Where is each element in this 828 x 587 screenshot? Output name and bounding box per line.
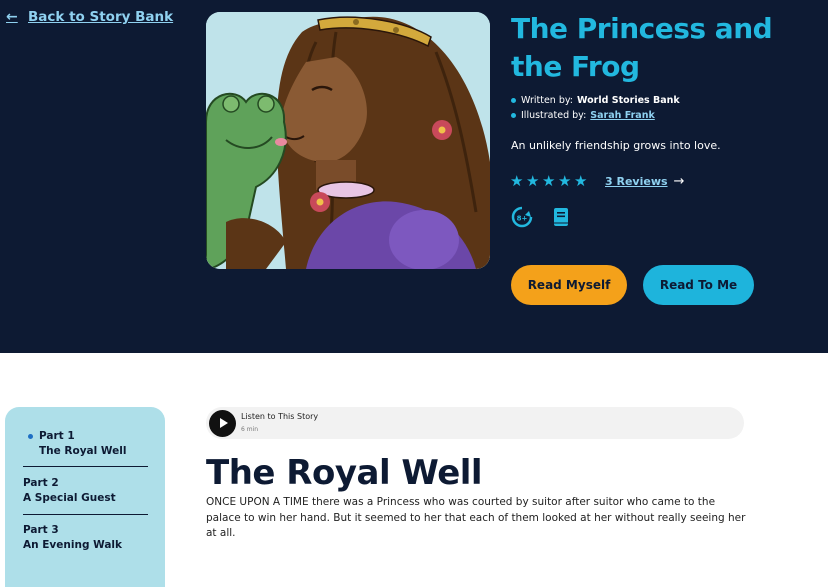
sidebar-item-part-1[interactable]: Part 1 The Royal Well [28, 429, 164, 459]
star-icon: ★ [574, 172, 588, 190]
divider [23, 466, 148, 467]
written-by-row: Written by: World Stories Bank [511, 93, 680, 108]
story-paragraph: ONCE UPON A TIME there was a Princess wh… [206, 496, 746, 539]
part-title: The Royal Well [39, 445, 127, 457]
star-icon: ★ [526, 172, 540, 190]
divider [23, 514, 148, 515]
back-to-story-bank-link[interactable]: ← Back to Story Bank [6, 9, 173, 25]
sidebar-item-part-2[interactable]: Part 2 A Special Guest [23, 476, 148, 506]
star-icon: ★ [542, 172, 556, 190]
audio-title: Listen to This Story [241, 412, 319, 421]
back-label: Back to Story Bank [28, 9, 174, 25]
bullet-dot [511, 98, 516, 103]
sidebar-item-part-3[interactable]: Part 3 An Evening Walk [23, 523, 148, 553]
written-by-label: Written by: [521, 95, 574, 106]
read-to-me-button[interactable]: Read To Me [643, 265, 754, 305]
age-rating-icon: 8+ [511, 206, 533, 228]
audio-player: Listen to This Story 6 min [206, 407, 744, 439]
chapter-title: The Royal Well [206, 453, 483, 493]
bullet-dot [511, 113, 516, 118]
play-icon[interactable] [209, 410, 236, 437]
star-icon: ★ [510, 172, 524, 190]
arrow-right-icon[interactable]: → [674, 174, 685, 189]
age-badge-text: 8+ [517, 215, 528, 223]
chapter-sidebar: Part 1 The Royal Well Part 2 A Special G… [5, 407, 165, 587]
back-arrow-icon: ← [6, 9, 18, 25]
star-icon: ★ [558, 172, 572, 190]
story-rating: ★ ★ ★ ★ ★ 3 Reviews → [510, 173, 684, 189]
story-cover-illustration [206, 12, 490, 269]
illustrated-by-row: Illustrated by: Sarah Frank [511, 108, 680, 123]
story-title: The Princess and the Frog [511, 12, 773, 83]
read-myself-button[interactable]: Read Myself [511, 265, 627, 305]
illustrator-link[interactable]: Sarah Frank [590, 108, 654, 123]
story-hero: ← Back to Story Bank The Princess and th… [0, 0, 828, 353]
story-credits: Written by: World Stories Bank Illustrat… [511, 93, 680, 123]
part-title: An Evening Walk [23, 539, 122, 551]
active-indicator [28, 434, 33, 439]
author-name: World Stories Bank [577, 95, 680, 106]
cover-artwork [206, 12, 490, 269]
part-number: Part 2 [23, 477, 59, 489]
story-badges: 8+ [511, 206, 572, 228]
audio-duration: 6 min [241, 426, 259, 433]
part-title: A Special Guest [23, 492, 116, 504]
story-tagline: An unlikely friendship grows into love. [511, 139, 721, 152]
part-number: Part 1 [39, 430, 75, 442]
illustrated-by-label: Illustrated by: [521, 110, 587, 121]
part-number: Part 3 [23, 524, 59, 536]
reviews-link[interactable]: 3 Reviews [605, 175, 668, 188]
book-icon [550, 206, 572, 228]
